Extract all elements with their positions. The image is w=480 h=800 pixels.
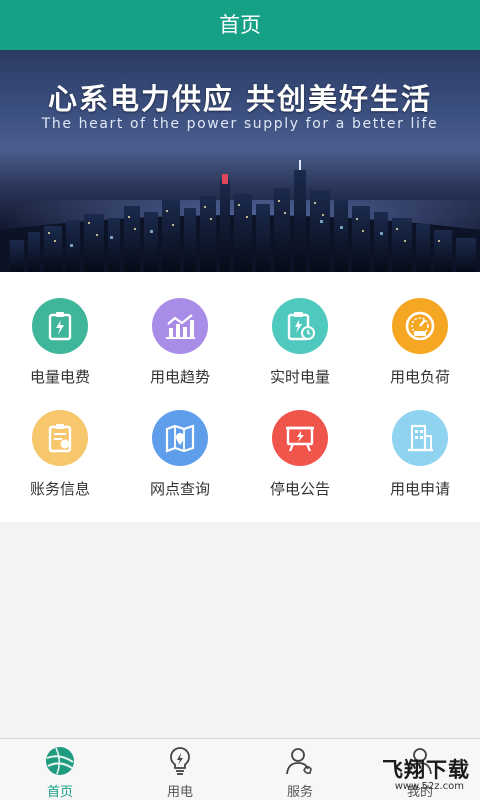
service-item[interactable]: 网点查询 — [120, 384, 240, 498]
service-item[interactable]: 停电公告 — [240, 384, 360, 498]
globe-icon — [44, 745, 76, 777]
tab-label: 用电 — [166, 785, 193, 800]
service-item[interactable]: 用电申请 — [360, 384, 480, 498]
watermark-logo: 飞翔下载 www.52z.com — [374, 754, 470, 794]
lightbulb-icon — [164, 745, 196, 777]
tab-label: 服务 — [286, 785, 313, 800]
banner-title: 心系电力供应 共创美好生活 — [47, 82, 433, 116]
page-title: 首页 — [219, 13, 261, 37]
tab-item[interactable]: 首页 — [0, 739, 120, 800]
clipboard-clock-icon — [272, 298, 328, 354]
building-apply-icon — [392, 410, 448, 466]
watermark-main-text: 飞翔下载 — [382, 758, 470, 782]
service-item[interactable]: 用电趋势 — [120, 272, 240, 386]
customer-service-icon — [284, 745, 316, 777]
service-item[interactable]: 用电负荷 — [360, 272, 480, 386]
bill-receipt-icon — [32, 298, 88, 354]
service-item[interactable]: 实时电量 — [240, 272, 360, 386]
app-header: 首页 — [0, 0, 480, 50]
service-item-label: 账务信息 — [29, 480, 90, 498]
gauge-icon — [392, 298, 448, 354]
tab-label: 首页 — [46, 785, 73, 800]
notice-board-icon — [272, 410, 328, 466]
trend-chart-icon — [152, 298, 208, 354]
service-item-label: 停电公告 — [269, 480, 330, 498]
promo-banner[interactable]: 心系电力供应 共创美好生活 The heart of the power sup… — [0, 50, 480, 272]
service-grid: 电量电费 用电趋势 实时电量 用电负荷账务信息 网点查询 停电公告 用电申请 — [0, 272, 480, 522]
service-item-label: 用电申请 — [389, 480, 450, 498]
service-item[interactable]: 电量电费 — [0, 272, 120, 386]
tab-item[interactable]: 用电 — [120, 739, 240, 800]
account-receipt-icon — [32, 410, 88, 466]
map-pin-icon — [152, 410, 208, 466]
tab-item[interactable]: 服务 — [240, 739, 360, 800]
city-skyline-image — [0, 160, 480, 272]
watermark-sub-text: www.52z.com — [394, 781, 464, 792]
service-item-label: 网点查询 — [149, 480, 210, 498]
banner-subtitle: The heart of the power supply for a bett… — [41, 116, 439, 132]
service-item[interactable]: 账务信息 — [0, 384, 120, 498]
